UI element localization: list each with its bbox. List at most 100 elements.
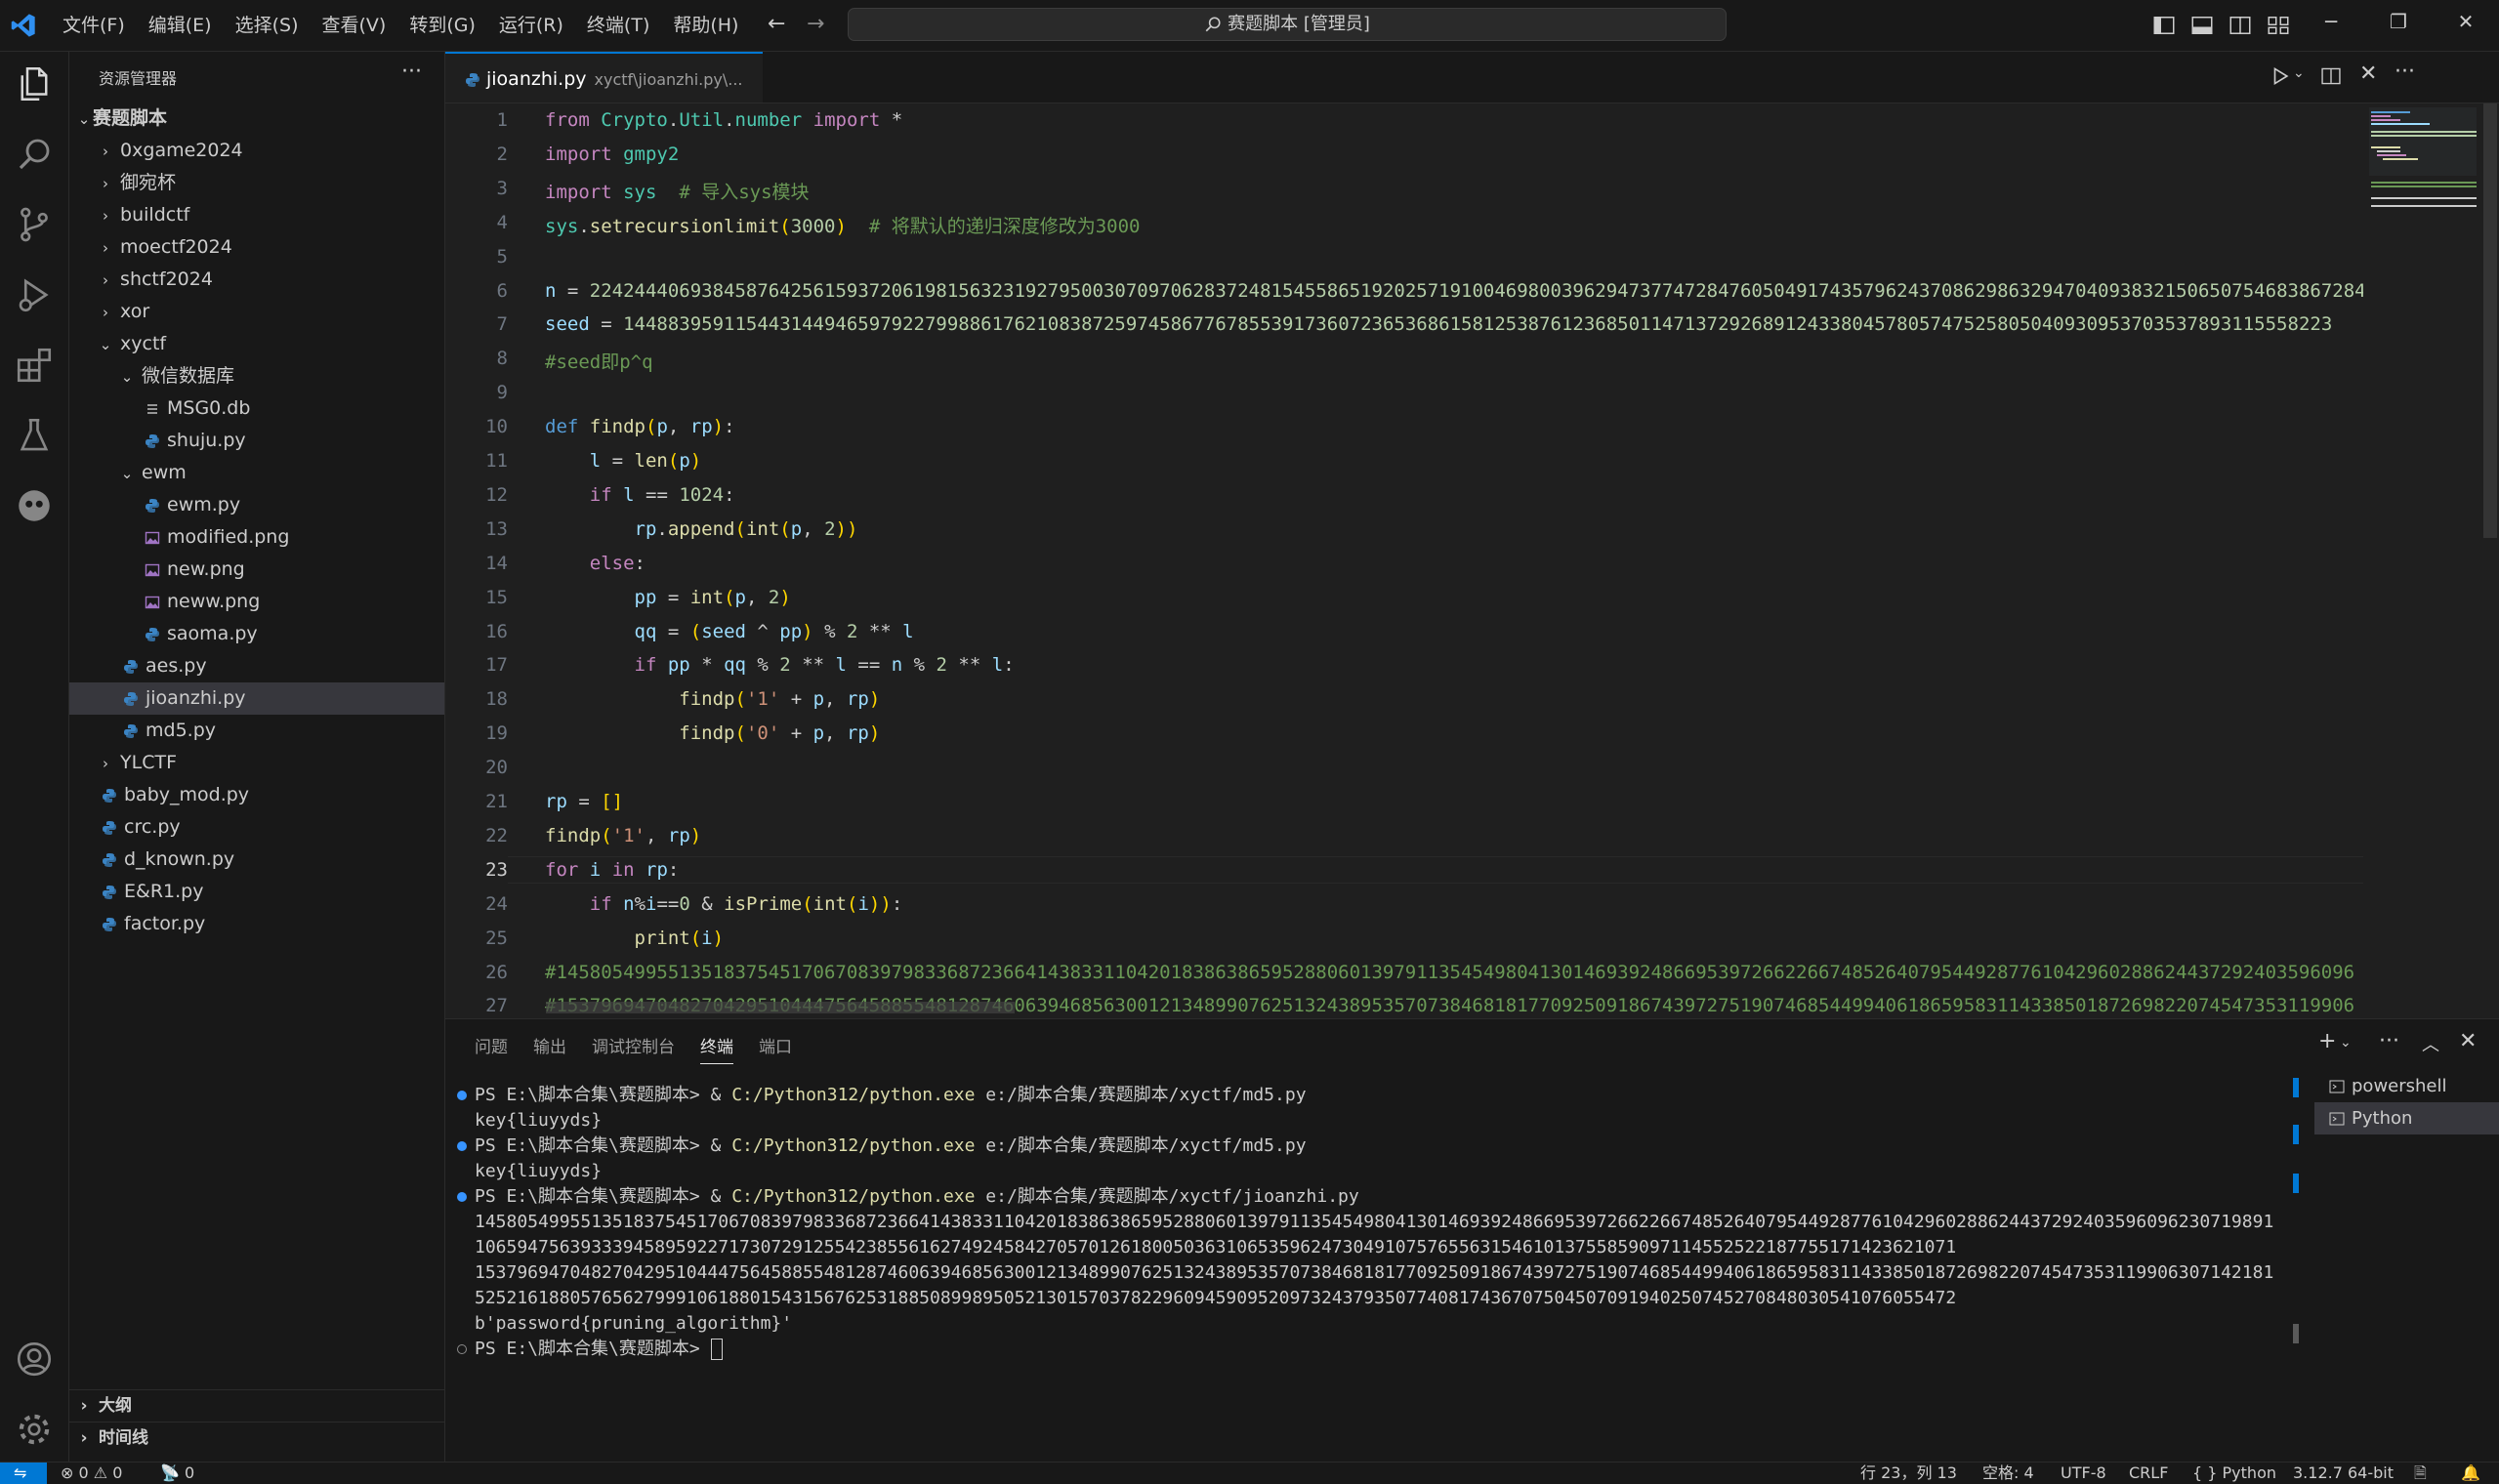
panel-more-icon[interactable]: ···: [2379, 1029, 2399, 1053]
indentation-status[interactable]: 空格: 4: [1982, 1463, 2034, 1484]
code-line[interactable]: if n%i==0 & isPrime(int(i)):: [545, 893, 903, 915]
code-line[interactable]: n = 224244406938458764256159372061981563…: [545, 280, 2366, 302]
toggle-primary-sidebar-icon[interactable]: [2152, 14, 2176, 37]
menu-item[interactable]: 终端(T): [575, 0, 661, 51]
encoding-status[interactable]: UTF-8: [2061, 1463, 2106, 1484]
command-status-dot[interactable]: [457, 1192, 467, 1202]
terminal-instance[interactable]: powershell: [2314, 1070, 2499, 1102]
close-editor-icon[interactable]: ✕: [2359, 62, 2377, 86]
more-actions-icon[interactable]: ···: [401, 60, 422, 84]
feedback-icon[interactable]: 🗎: [2414, 1463, 2427, 1484]
editor-more-icon[interactable]: ···: [2395, 60, 2415, 84]
menu-item[interactable]: 查看(V): [311, 0, 398, 51]
folder-item[interactable]: ⌄ ewm: [69, 457, 444, 489]
code-line[interactable]: findp('0' + p, rp): [545, 722, 880, 744]
command-status-dot[interactable]: [457, 1141, 467, 1151]
file-item[interactable]: saoma.py: [69, 618, 444, 650]
scrollbar-thumb[interactable]: [2483, 103, 2497, 538]
code-line[interactable]: print(i): [545, 928, 725, 949]
file-item[interactable]: factor.py: [69, 908, 444, 940]
code-line[interactable]: pp = int(p, 2): [545, 587, 791, 608]
accounts-icon[interactable]: [14, 1339, 55, 1380]
search-view-icon[interactable]: [14, 134, 55, 175]
code-line[interactable]: for i in rp:: [545, 859, 679, 881]
code-line[interactable]: qq = (seed ^ pp) % 2 ** l: [545, 621, 914, 642]
back-arrow-icon[interactable]: ←: [768, 12, 785, 36]
cursor-position[interactable]: 行 23，列 13: [1860, 1463, 1957, 1484]
file-item[interactable]: shuju.py: [69, 425, 444, 457]
file-item[interactable]: aes.py: [69, 650, 444, 682]
file-item[interactable]: d_known.py: [69, 844, 444, 876]
command-status-dot[interactable]: [457, 1091, 467, 1100]
menu-item[interactable]: 帮助(H): [661, 0, 750, 51]
panel-tab[interactable]: 端口: [759, 1033, 792, 1064]
menu-item[interactable]: 运行(R): [487, 0, 575, 51]
menu-item[interactable]: 选择(S): [224, 0, 311, 51]
code-line[interactable]: if l == 1024:: [545, 484, 735, 506]
file-item[interactable]: new.png: [69, 554, 444, 586]
tab-jioanzhi[interactable]: jioanzhi.py xyctf\jioanzhi.py\...: [445, 52, 763, 103]
menu-item[interactable]: 编辑(E): [137, 0, 224, 51]
split-editor-icon[interactable]: [2320, 65, 2342, 87]
command-status-dot[interactable]: [457, 1344, 467, 1354]
code-line[interactable]: rp.append(int(p, 2)): [545, 518, 858, 540]
panel-tab[interactable]: 终端: [700, 1033, 733, 1064]
settings-gear-icon[interactable]: [14, 1409, 55, 1450]
file-item[interactable]: modified.png: [69, 521, 444, 554]
close-window-icon[interactable]: ✕: [2446, 10, 2485, 33]
file-item[interactable]: baby_mod.py: [69, 779, 444, 811]
code-line[interactable]: if pp * qq % 2 ** l == n % 2 ** l:: [545, 654, 1015, 676]
minimap-slider[interactable]: [2369, 107, 2477, 176]
maximize-panel-icon[interactable]: ︿: [2422, 1031, 2439, 1056]
run-dropdown-icon[interactable]: ⌄: [2293, 65, 2305, 81]
code-editor[interactable]: 1 from Crypto.Util.number import * 2 import…: [445, 103, 2437, 1017]
toggle-secondary-sidebar-icon[interactable]: [2228, 14, 2252, 37]
code-line[interactable]: #seed即p^q: [545, 348, 653, 374]
panel-tab[interactable]: 调试控制台: [592, 1033, 675, 1064]
code-line[interactable]: l = len(p): [545, 450, 701, 472]
remote-indicator[interactable]: ⇋: [0, 1463, 47, 1484]
folder-item[interactable]: › xor: [69, 296, 444, 328]
customize-layout-icon[interactable]: [2267, 14, 2290, 37]
ports-status[interactable]: 📡 0: [160, 1463, 194, 1484]
python-interpreter[interactable]: 3.12.7 64-bit: [2293, 1463, 2394, 1484]
forward-arrow-icon[interactable]: →: [807, 12, 824, 36]
code-line[interactable]: from Crypto.Util.number import *: [545, 109, 902, 131]
eol-status[interactable]: CRLF: [2129, 1463, 2168, 1484]
workspace-root[interactable]: ⌄ 赛题脚本: [69, 103, 444, 135]
folder-item[interactable]: › 御宛杯: [69, 167, 444, 199]
folder-item[interactable]: ⌄ xyctf: [69, 328, 444, 360]
code-line[interactable]: def findp(p, rp):: [545, 416, 735, 437]
file-item[interactable]: crc.py: [69, 811, 444, 844]
command-center-search[interactable]: 赛题脚本 [管理员]: [848, 8, 1727, 41]
panel-tab[interactable]: 问题: [475, 1033, 508, 1064]
code-line[interactable]: import sys # 导入sys模块: [545, 178, 810, 204]
source-control-icon[interactable]: [14, 204, 55, 245]
outline-section[interactable]: › 大纲: [69, 1389, 444, 1422]
terminal-output[interactable]: PS E:\脚本合集\赛题脚本> & C:/Python312/python.e…: [457, 1083, 2330, 1362]
run-debug-icon[interactable]: [14, 274, 55, 315]
code-line[interactable]: #145805499551351837545170670839798336872…: [545, 962, 2354, 983]
minimap[interactable]: [2363, 103, 2480, 1017]
code-line[interactable]: findp('1', rp): [545, 825, 701, 846]
timeline-section[interactable]: › 时间线: [69, 1422, 444, 1455]
file-item[interactable]: neww.png: [69, 586, 444, 618]
horizontal-scrollbar-thumb[interactable]: [546, 1002, 1015, 1013]
folder-item[interactable]: › 0xgame2024: [69, 135, 444, 167]
file-item[interactable]: jioanzhi.py: [69, 682, 444, 715]
maximize-icon[interactable]: ❐: [2379, 10, 2418, 33]
editor-scrollbar[interactable]: [2480, 103, 2499, 1017]
panel-tab[interactable]: 输出: [533, 1033, 566, 1064]
file-item[interactable]: E&R1.py: [69, 876, 444, 908]
folder-item[interactable]: › YLCTF: [69, 747, 444, 779]
folder-item[interactable]: ⌄ 微信数据库: [69, 360, 444, 392]
remote-explorer-icon[interactable]: [14, 485, 55, 526]
language-mode[interactable]: { } Python: [2192, 1463, 2276, 1484]
code-line[interactable]: import gmpy2: [545, 144, 679, 165]
new-terminal-icon[interactable]: +: [2318, 1029, 2336, 1053]
folder-item[interactable]: › buildctf: [69, 199, 444, 231]
code-line[interactable]: sys.setrecursionlimit(3000) # 将默认的递归深度修改…: [545, 212, 1140, 238]
menu-item[interactable]: 文件(F): [51, 0, 137, 51]
code-line[interactable]: rp = []: [545, 791, 623, 812]
code-line[interactable]: else:: [545, 553, 646, 574]
